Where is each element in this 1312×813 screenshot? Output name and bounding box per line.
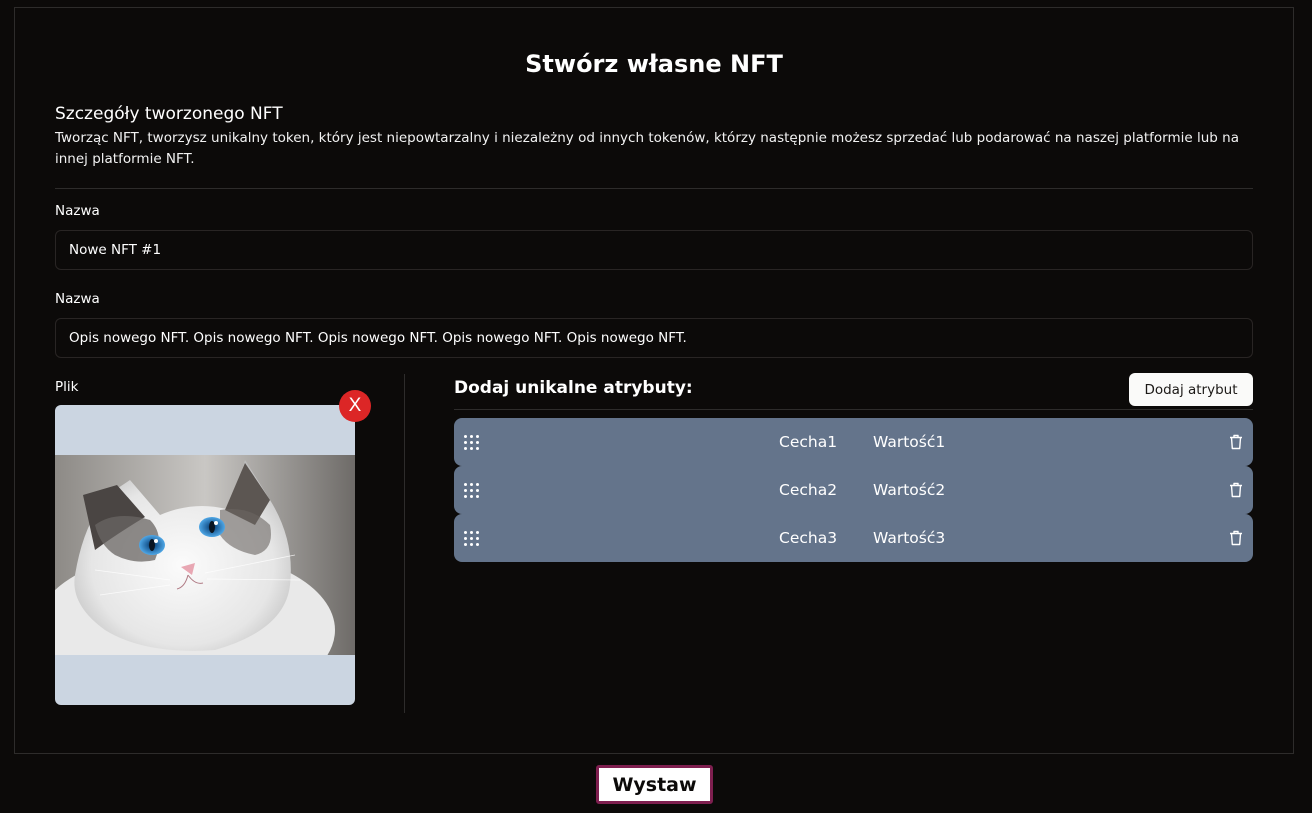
- description-label: Nazwa: [55, 291, 100, 307]
- trash-icon[interactable]: [1229, 482, 1243, 498]
- details-description: Tworząc NFT, tworzysz unikalny token, kt…: [55, 130, 1239, 167]
- column-divider: [404, 374, 405, 713]
- details-title: Szczegóły tworzonego NFT: [55, 104, 283, 124]
- section-divider: [55, 188, 1253, 189]
- file-label: Plik: [55, 379, 79, 395]
- attribute-key: Cecha2: [779, 481, 838, 499]
- close-icon: X: [348, 395, 362, 416]
- remove-file-button[interactable]: X: [339, 390, 371, 422]
- submit-button[interactable]: Wystaw: [596, 765, 713, 804]
- grip-icon[interactable]: [464, 435, 480, 451]
- attribute-key: Cecha3: [779, 529, 838, 547]
- attribute-key: Cecha1: [779, 433, 838, 451]
- create-nft-panel: Stwórz własne NFT Szczegóły tworzonego N…: [14, 7, 1294, 754]
- attribute-value: Wartość3: [873, 529, 946, 547]
- attributes-divider: [454, 409, 1253, 410]
- name-label: Nazwa: [55, 203, 100, 219]
- attribute-row[interactable]: Cecha2 Wartość2: [454, 466, 1253, 514]
- trash-icon[interactable]: [1229, 434, 1243, 450]
- attributes-title: Dodaj unikalne atrybuty:: [454, 378, 693, 398]
- grip-icon[interactable]: [464, 483, 480, 499]
- trash-icon[interactable]: [1229, 530, 1243, 546]
- attribute-row[interactable]: Cecha1 Wartość1: [454, 418, 1253, 466]
- cat-image: [55, 455, 355, 655]
- attribute-row[interactable]: Cecha3 Wartość3: [454, 514, 1253, 562]
- grip-icon[interactable]: [464, 531, 480, 547]
- page-title: Stwórz własne NFT: [525, 50, 783, 78]
- add-attribute-button[interactable]: Dodaj atrybut: [1129, 373, 1253, 406]
- file-preview[interactable]: [55, 405, 355, 705]
- description-input[interactable]: Opis nowego NFT. Opis nowego NFT. Opis n…: [55, 318, 1253, 358]
- attribute-value: Wartość1: [873, 433, 946, 451]
- name-input[interactable]: Nowe NFT #1: [55, 230, 1253, 270]
- attribute-value: Wartość2: [873, 481, 946, 499]
